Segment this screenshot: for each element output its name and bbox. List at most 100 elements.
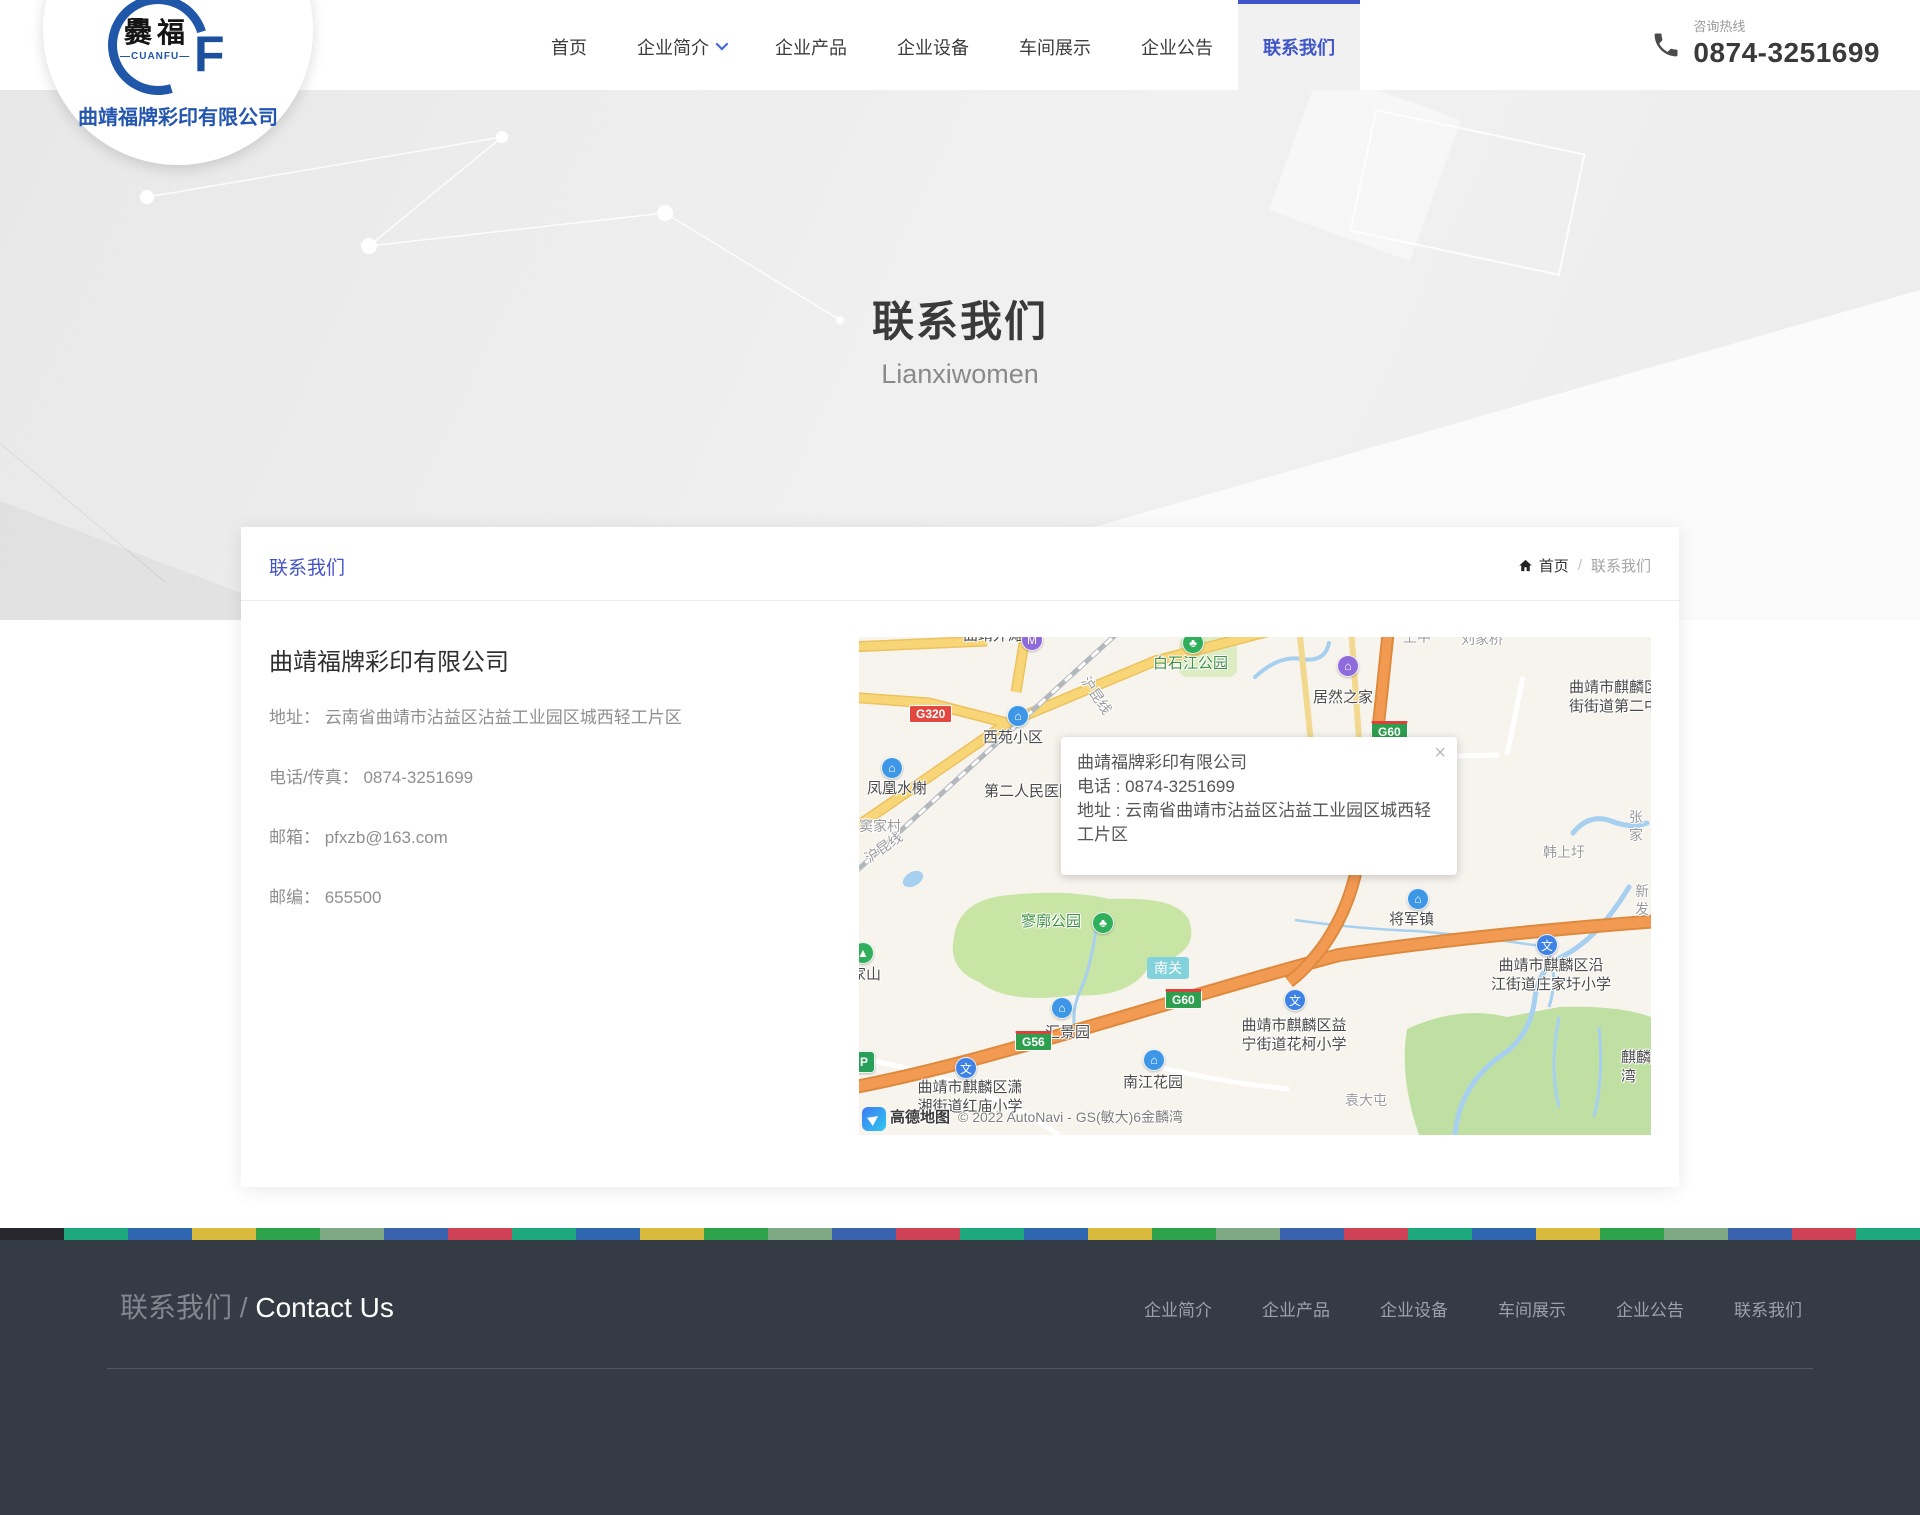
road-badge: G60 <box>1165 989 1202 1009</box>
logo-mark: 爨福 —CUANFU— F <box>98 0 258 103</box>
map-label: 麒麟湾 <box>1621 1049 1651 1087</box>
contact-info-row: 电话/传真： 0874-3251699 <box>269 767 829 788</box>
hotline-number: 0874-3251699 <box>1693 37 1880 69</box>
map-label: 张家 <box>1629 809 1651 844</box>
map-label: 新发 <box>1635 883 1651 918</box>
stripe-segment <box>1472 1228 1536 1240</box>
map-label: 西苑小区 <box>983 729 1043 748</box>
chevron-down-icon <box>716 37 729 50</box>
map-label: 家山 <box>859 966 881 985</box>
stripe-segment <box>1536 1228 1600 1240</box>
map-label: 曲靖市麒麟区 街街道第二中 <box>1559 679 1651 717</box>
stripe-segment <box>640 1228 704 1240</box>
content-card: 联系我们 首页 / 联系我们 曲靖福牌彩印有限公司 地址： 云南省曲靖市沾益区沾… <box>241 527 1679 1187</box>
building-poi-icon[interactable]: ⌂ <box>881 757 903 779</box>
footer-nav-item-5[interactable]: 联系我们 <box>1734 1296 1802 1321</box>
stripe-segment <box>960 1228 1024 1240</box>
building-poi-icon[interactable]: ⌂ <box>1407 888 1429 910</box>
contact-info-row: 邮编： 655500 <box>269 887 829 908</box>
school-poi-icon[interactable]: 文 <box>1536 934 1558 956</box>
nav-item-1[interactable]: 企业简介 <box>612 0 750 90</box>
stripe-segment <box>1408 1228 1472 1240</box>
amap-brand: 高德地图 <box>890 1106 950 1127</box>
footer-title: 联系我们 / Contact Us <box>120 1286 394 1326</box>
stripe-segment <box>896 1228 960 1240</box>
nav-item-2[interactable]: 企业产品 <box>750 0 872 90</box>
map-attribution: 高德地图 © 2022 AutoNavi - GS(敏大)6金麟湾 <box>859 1105 1651 1131</box>
page-subtitle: Lianxiwomen <box>0 359 1920 390</box>
shop-poi-icon[interactable]: ⌂ <box>1337 655 1359 677</box>
stripe-segment <box>192 1228 256 1240</box>
school-poi-icon[interactable]: 文 <box>1284 989 1306 1011</box>
logo-zh-text: 爨福 <box>124 11 190 51</box>
hotline-label: 咨询热线 <box>1693 16 1880 35</box>
stripe-segment <box>576 1228 640 1240</box>
home-icon <box>1518 558 1533 573</box>
breadcrumb-home-link[interactable]: 首页 <box>1518 555 1569 576</box>
card-header: 联系我们 首页 / 联系我们 <box>241 527 1679 601</box>
stripe-segment <box>256 1228 320 1240</box>
company-name: 曲靖福牌彩印有限公司 <box>269 642 509 677</box>
stripe-segment <box>768 1228 832 1240</box>
footer-nav-item-1[interactable]: 企业产品 <box>1262 1296 1330 1321</box>
map-label: 上中 <box>1403 637 1431 647</box>
amap-logo-icon[interactable] <box>862 1107 886 1131</box>
close-icon[interactable]: × <box>1434 743 1446 763</box>
map-canvas[interactable]: M♣⌂⌂♣▲⌂文⌂文⌂文⌂P曲靖外滩白石江公园西苑小区凤凰水榭第二人民医院窦家村… <box>859 637 1651 1135</box>
footer-nav-item-3[interactable]: 车间展示 <box>1498 1296 1566 1321</box>
nav-item-5[interactable]: 企业公告 <box>1116 0 1238 90</box>
stripe-segment <box>512 1228 576 1240</box>
map-label: 汇景园 <box>1045 1024 1090 1043</box>
map-label: 曲靖市麒麟区沿 江街道庄家圩小学 <box>1481 957 1621 995</box>
stripe-segment <box>1088 1228 1152 1240</box>
building-poi-icon[interactable]: ⌂ <box>1143 1049 1165 1071</box>
map-label: 将军镇 <box>1389 911 1434 930</box>
stripe-segment <box>1280 1228 1344 1240</box>
nav-item-6[interactable]: 联系我们 <box>1238 0 1360 90</box>
map-info-window: × 曲靖福牌彩印有限公司 电话 : 0874-3251699 地址 : 云南省曲… <box>1061 737 1457 875</box>
stripe-segment <box>64 1228 128 1240</box>
footer-nav-item-2[interactable]: 企业设备 <box>1380 1296 1448 1321</box>
map-label: 曲靖市麒麟区益 宁街道花柯小学 <box>1229 1017 1359 1055</box>
stripe-segment <box>128 1228 192 1240</box>
footer-nav-item-0[interactable]: 企业简介 <box>1144 1296 1212 1321</box>
logo-latin-text: —CUANFU— <box>120 51 190 62</box>
stripe-segment <box>1024 1228 1088 1240</box>
building-poi-icon[interactable]: ⌂ <box>1051 997 1073 1019</box>
map-label: 曲靖外滩 <box>963 637 1023 646</box>
footer: 联系我们 / Contact Us 企业简介 企业产品 企业设备 车间展示 企业公告 联系… <box>0 1240 1920 1515</box>
hotline: 咨询热线 0874-3251699 <box>1651 16 1880 69</box>
footer-nav-item-4[interactable]: 企业公告 <box>1616 1296 1684 1321</box>
stripe-segment <box>832 1228 896 1240</box>
stripe-segment <box>1728 1228 1792 1240</box>
road-badge: 南关 <box>1147 957 1189 979</box>
school-poi-icon[interactable]: 文 <box>955 1057 977 1079</box>
map-label: 刘家桥 <box>1461 637 1503 649</box>
nav-item-3[interactable]: 企业设备 <box>872 0 994 90</box>
page-title: 联系我们 <box>0 288 1920 349</box>
building-poi-icon[interactable]: ⌂ <box>1007 705 1029 727</box>
map-label: 寥廓公园 <box>1021 913 1081 932</box>
stripe-segment <box>448 1228 512 1240</box>
nav-item-0[interactable]: 首页 <box>526 0 612 90</box>
card-section-title: 联系我们 <box>269 553 345 580</box>
parking-poi-icon[interactable]: P <box>859 1051 875 1073</box>
logo-letter-f: F <box>194 25 225 83</box>
popup-company: 曲靖福牌彩印有限公司 <box>1077 751 1439 775</box>
stripe-segment <box>1152 1228 1216 1240</box>
phone-icon <box>1651 30 1681 60</box>
nav-item-4[interactable]: 车间展示 <box>994 0 1116 90</box>
contact-info-list: 地址： 云南省曲靖市沾益区沾益工业园区城西轻工片区电话/传真： 0874-325… <box>269 707 829 947</box>
stripe-segment <box>704 1228 768 1240</box>
popup-phone: 电话 : 0874-3251699 <box>1077 775 1439 799</box>
road-badge: G320 <box>909 705 952 723</box>
road-badge: G56 <box>1015 1031 1052 1051</box>
breadcrumb-current: 联系我们 <box>1591 555 1651 576</box>
footer-divider <box>107 1368 1813 1369</box>
map-label: 韩上圩 <box>1543 844 1585 862</box>
color-stripe <box>0 1228 1920 1240</box>
footer-nav: 企业简介 企业产品 企业设备 车间展示 企业公告 联系我们 <box>1144 1296 1802 1321</box>
stripe-segment <box>384 1228 448 1240</box>
map-label: 居然之家 <box>1313 689 1373 708</box>
tree-poi-icon[interactable]: ♣ <box>1092 912 1114 934</box>
